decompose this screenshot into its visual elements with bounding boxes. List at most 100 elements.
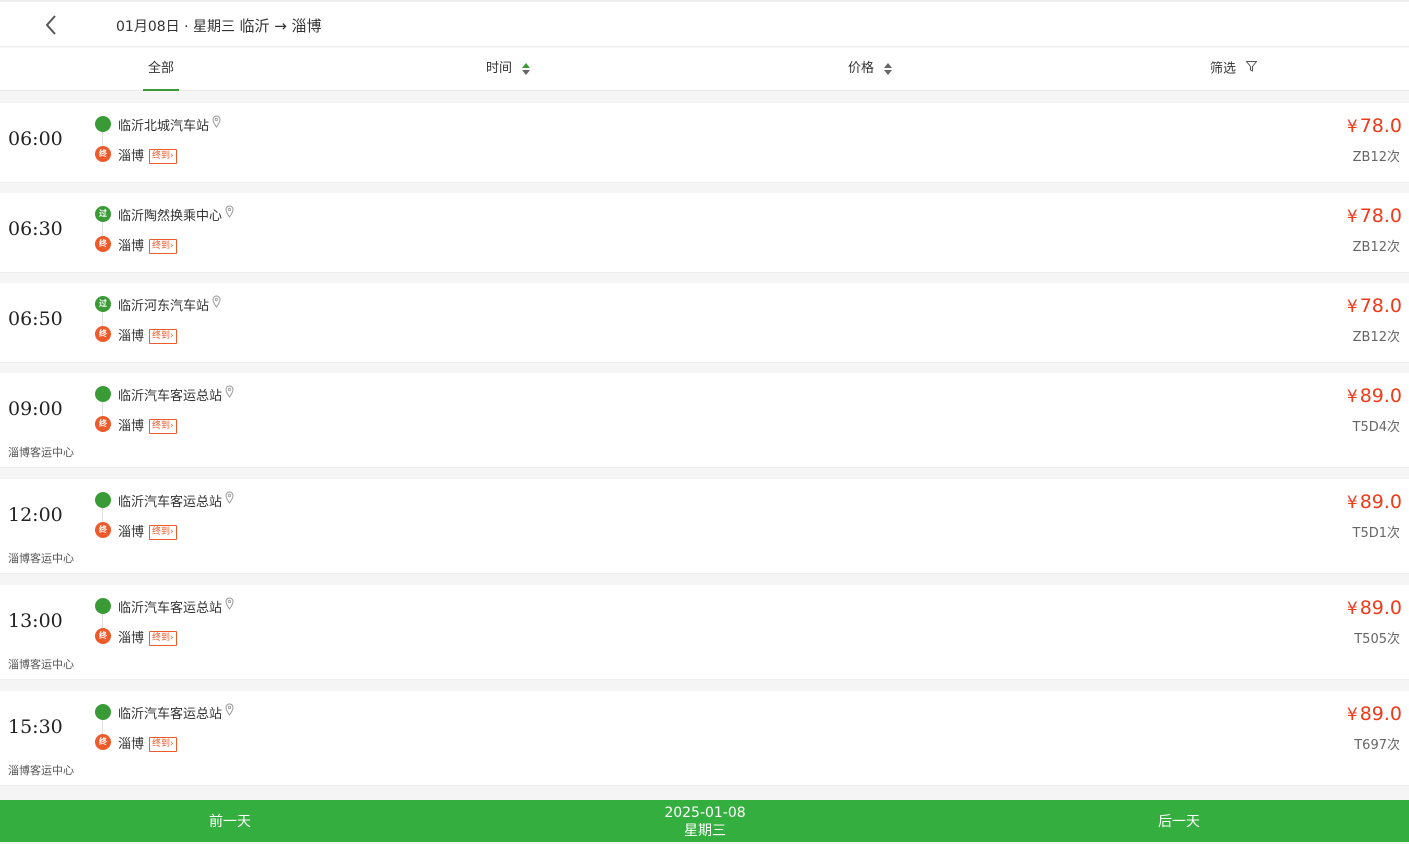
bus-number: ZB12次 <box>1352 150 1400 165</box>
current-weekday: 星期三 <box>684 823 726 839</box>
terminal-tag-label: 终到 <box>152 739 171 749</box>
currency-symbol: ¥ <box>1346 207 1358 227</box>
terminal-tag-label: 终到 <box>152 421 171 431</box>
tab-all-label: 全部 <box>148 61 175 76</box>
ticket-price: ¥89.0 <box>1347 385 1402 407</box>
currency-symbol: ¥ <box>1346 705 1358 725</box>
chevron-right-icon: › <box>170 527 174 537</box>
terminal-tag: 终到› <box>149 239 177 254</box>
price-value: 89.0 <box>1359 703 1402 725</box>
location-pin-icon[interactable] <box>225 205 234 218</box>
origin-dot-icon <box>95 704 111 720</box>
location-pin-icon[interactable] <box>225 385 234 398</box>
route-label: 临沂 → 淄博 <box>239 17 322 35</box>
chevron-right-icon: › <box>170 151 174 161</box>
origin-station: 临沂汽车客运总站 <box>118 385 234 404</box>
origin-name: 临沂河东汽车站 <box>118 299 210 314</box>
filter-funnel-icon <box>1245 48 1258 90</box>
departure-time: 06:00 <box>8 128 63 150</box>
origin-dot-icon <box>95 492 111 508</box>
price-value: 78.0 <box>1359 295 1402 317</box>
ticket-price: ¥78.0 <box>1347 205 1402 227</box>
dest-station: 淄博 终到› <box>118 627 177 646</box>
departure-time: 06:50 <box>8 308 63 330</box>
top-bar: 01月08日 · 星期三 临沂 → 淄博 <box>0 0 1409 47</box>
location-pin-icon[interactable] <box>225 597 234 610</box>
price-value: 89.0 <box>1359 597 1402 619</box>
dest-name: 淄博 <box>118 329 145 344</box>
chevron-right-icon: › <box>170 241 174 251</box>
current-date-button[interactable]: 2025-01-08 星期三 <box>560 804 850 840</box>
trip-card[interactable]: 06:00 临沂北城汽车站 终 淄博 终到› ¥78.0 ZB12次 <box>0 103 1409 183</box>
dest-name: 淄博 <box>118 149 145 164</box>
tab-all[interactable]: 全部 <box>142 48 180 91</box>
current-date: 2025-01-08 <box>664 805 746 821</box>
ticket-price: ¥89.0 <box>1347 491 1402 513</box>
tab-filter-label: 筛选 <box>1210 61 1237 77</box>
bus-number: ZB12次 <box>1352 240 1400 255</box>
terminal-tag-label: 终到 <box>152 633 171 643</box>
location-pin-icon[interactable] <box>225 491 234 504</box>
terminal-badge: 终 <box>95 236 111 252</box>
tab-filter[interactable]: 筛选 <box>1210 48 1258 91</box>
sort-arrows-icon <box>884 62 893 75</box>
bus-number: ZB12次 <box>1352 330 1400 345</box>
terminal-tag: 终到› <box>149 419 177 434</box>
terminal-tag: 终到› <box>149 149 177 164</box>
origin-name: 临沂北城汽车站 <box>118 119 210 134</box>
prev-day-button[interactable]: 前一天 <box>209 800 251 842</box>
origin-dot-icon <box>95 386 111 402</box>
departure-time: 15:30 <box>8 716 63 738</box>
origin-station: 临沂汽车客运总站 <box>118 597 234 616</box>
departure-time: 09:00 <box>8 398 63 420</box>
dest-station: 淄博 终到› <box>118 325 177 344</box>
terminal-tag: 终到› <box>149 737 177 752</box>
sort-tabs: 全部 时间 价格 筛选 <box>0 48 1409 91</box>
terminal-badge: 终 <box>95 628 111 644</box>
location-pin-icon[interactable] <box>212 295 221 308</box>
dest-station: 淄博 终到› <box>118 145 177 164</box>
chevron-right-icon: › <box>170 633 174 643</box>
trip-card[interactable]: 09:00 临沂汽车客运总站 终 淄博 终到› ¥89.0 T5D4次 淄博客运中… <box>0 373 1409 468</box>
arrival-station: 淄博客运中心 <box>8 764 74 777</box>
chevron-right-icon: › <box>170 331 174 341</box>
terminal-tag: 终到› <box>149 525 177 540</box>
tab-price-label: 价格 <box>848 61 875 76</box>
origin-station: 临沂汽车客运总站 <box>118 491 234 510</box>
chevron-right-icon: › <box>170 421 174 431</box>
dest-name: 淄博 <box>118 239 145 254</box>
trip-card[interactable]: 13:00 临沂汽车客运总站 终 淄博 终到› ¥89.0 T505次 淄博客运中… <box>0 585 1409 680</box>
location-pin-icon[interactable] <box>212 115 221 128</box>
travel-date: 01月08日 · 星期三 <box>116 19 235 35</box>
tab-time-label: 时间 <box>486 61 513 76</box>
origin-station: 临沂陶然换乘中心 <box>118 205 234 224</box>
terminal-tag-label: 终到 <box>152 331 171 341</box>
price-value: 78.0 <box>1359 205 1402 227</box>
tab-time[interactable]: 时间 <box>486 48 531 91</box>
origin-name: 临沂汽车客运总站 <box>118 495 223 510</box>
location-pin-icon[interactable] <box>225 703 234 716</box>
origin-station: 临沂汽车客运总站 <box>118 703 234 722</box>
dest-name: 淄博 <box>118 419 145 434</box>
next-day-button[interactable]: 后一天 <box>1158 800 1200 842</box>
trip-card[interactable]: 06:50 过 临沂河东汽车站 终 淄博 终到› ¥78.0 ZB12次 <box>0 283 1409 363</box>
departure-time: 06:30 <box>8 218 63 240</box>
price-value: 89.0 <box>1359 385 1402 407</box>
price-value: 89.0 <box>1359 491 1402 513</box>
terminal-tag-label: 终到 <box>152 241 171 251</box>
terminal-badge: 终 <box>95 522 111 538</box>
terminal-tag: 终到› <box>149 329 177 344</box>
terminal-tag-label: 终到 <box>152 151 171 161</box>
back-arrow-icon[interactable] <box>40 13 64 37</box>
ticket-price: ¥78.0 <box>1347 295 1402 317</box>
origin-name: 临沂陶然换乘中心 <box>118 209 223 224</box>
trip-card[interactable]: 15:30 临沂汽车客运总站 终 淄博 终到› ¥89.0 T697次 淄博客运中… <box>0 691 1409 786</box>
pass-through-badge: 过 <box>95 296 111 312</box>
origin-name: 临沂汽车客运总站 <box>118 707 223 722</box>
trip-card[interactable]: 06:30 过 临沂陶然换乘中心 终 淄博 终到› ¥78.0 ZB12次 <box>0 193 1409 273</box>
dest-name: 淄博 <box>118 525 145 540</box>
dest-name: 淄博 <box>118 737 145 752</box>
terminal-badge: 终 <box>95 146 111 162</box>
tab-price[interactable]: 价格 <box>848 48 893 91</box>
trip-card[interactable]: 12:00 临沂汽车客运总站 终 淄博 终到› ¥89.0 T5D1次 淄博客运中… <box>0 479 1409 574</box>
